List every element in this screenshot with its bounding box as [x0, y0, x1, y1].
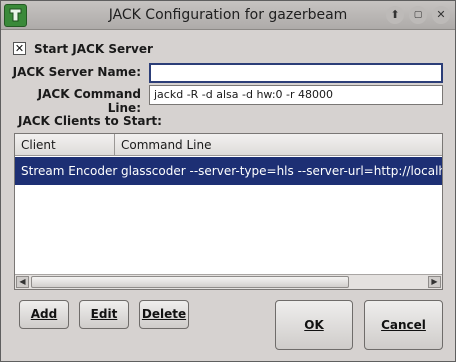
- maximize-button-icon[interactable]: ▢: [409, 6, 427, 24]
- jack-config-window: JACK Configuration for gazerbeam ⬆ ▢ ✕ ✕…: [0, 0, 456, 362]
- edit-button-label: Edit: [90, 307, 118, 321]
- client-cell: Stream Encoder: [21, 164, 118, 178]
- scroll-right-icon[interactable]: ▶: [428, 276, 441, 288]
- server-name-input[interactable]: [149, 63, 443, 83]
- shade-button-icon[interactable]: ⬆: [386, 6, 404, 24]
- horizontal-scrollbar[interactable]: ◀ ▶: [15, 274, 442, 289]
- close-button-icon[interactable]: ✕: [432, 6, 450, 24]
- column-divider[interactable]: [114, 134, 115, 156]
- clients-section-label: JACK Clients to Start:: [18, 114, 162, 128]
- command-cell: glasscoder --server-type=hls --server-ur…: [121, 164, 442, 178]
- server-name-label: JACK Server Name:: [12, 65, 141, 79]
- command-line-label: JACK Command Line:: [37, 87, 141, 115]
- ok-button[interactable]: OK: [275, 300, 353, 350]
- column-header-command-line[interactable]: Command Line: [121, 138, 212, 152]
- start-jack-server-label[interactable]: Start JACK Server: [34, 42, 153, 56]
- cancel-button[interactable]: Cancel: [364, 300, 443, 350]
- scroll-left-icon[interactable]: ◀: [16, 276, 29, 288]
- delete-button[interactable]: Delete: [139, 300, 189, 329]
- start-jack-server-checkbox[interactable]: ✕: [13, 42, 26, 55]
- cancel-button-label: Cancel: [381, 318, 426, 332]
- edit-button[interactable]: Edit: [79, 300, 129, 329]
- table-header: Client Command Line: [15, 134, 442, 156]
- table-row[interactable]: Stream Encoder glasscoder --server-type=…: [15, 157, 442, 185]
- scrollbar-thumb[interactable]: [31, 276, 349, 288]
- delete-button-label: Delete: [141, 307, 187, 321]
- column-header-client[interactable]: Client: [21, 138, 56, 152]
- add-button-label: Add: [30, 307, 58, 321]
- ok-button-label: OK: [304, 318, 324, 332]
- command-line-input[interactable]: jackd -R -d alsa -d hw:0 -r 48000: [149, 85, 443, 105]
- clients-table[interactable]: Client Command Line Stream Encoder glass…: [14, 133, 443, 290]
- add-button[interactable]: Add: [19, 300, 69, 329]
- title-bar[interactable]: JACK Configuration for gazerbeam ⬆ ▢ ✕: [1, 1, 455, 30]
